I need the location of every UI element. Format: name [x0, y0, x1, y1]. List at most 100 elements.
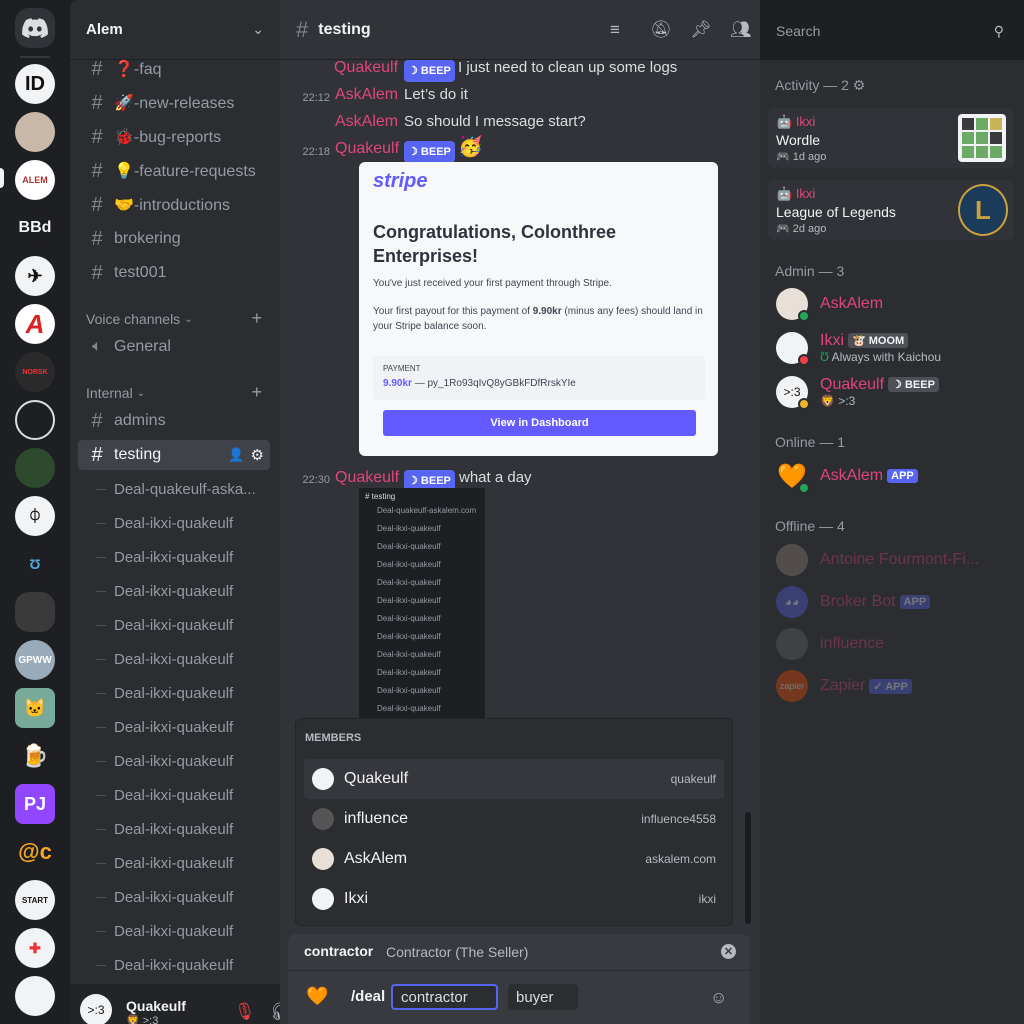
- server-icon[interactable]: 🐱: [15, 688, 55, 728]
- server-icon[interactable]: [15, 448, 55, 488]
- scrollbar[interactable]: [745, 812, 751, 924]
- channel-brokering[interactable]: # brokering: [78, 224, 270, 254]
- gear-icon: ⚙: [852, 77, 866, 93]
- autocomplete-option[interactable]: Ikxi ikxi: [304, 879, 724, 919]
- server-icon-bbd[interactable]: BBd: [15, 208, 55, 248]
- member-item[interactable]: 🧡 AskAlem APP: [776, 454, 1008, 498]
- voice-channel-general[interactable]: 🔈︎ General: [78, 332, 270, 362]
- pin-icon[interactable]: 📌︎: [690, 20, 712, 40]
- role-badge: 🐮 MOOM: [848, 333, 909, 349]
- search-input[interactable]: Search ⚲: [768, 17, 1012, 45]
- member-list-icon[interactable]: 👥︎: [730, 20, 752, 40]
- option-username: askalem.com: [645, 852, 716, 866]
- threads-icon[interactable]: ≡: [610, 20, 620, 40]
- member-item[interactable]: >:3 Quakeulf ☽ BEEP 🦁 >:3: [776, 370, 1008, 414]
- avatar[interactable]: >:3: [80, 994, 112, 1024]
- server-icon[interactable]: NORSK: [15, 352, 55, 392]
- guild-header[interactable]: Alem ⌄: [70, 0, 280, 60]
- message-author[interactable]: Quakeulf: [335, 139, 399, 159]
- server-icon[interactable]: [15, 112, 55, 152]
- thread-item[interactable]: Deal-ikxi-quakeulf: [96, 576, 268, 606]
- channel-label: 🐞-bug-reports: [114, 129, 222, 146]
- thread-item[interactable]: Deal-ikxi-quakeulf: [96, 814, 268, 844]
- add-channel-icon[interactable]: +: [251, 382, 262, 403]
- server-icon[interactable]: 🍺: [15, 736, 55, 776]
- discord-home-icon[interactable]: [15, 8, 55, 48]
- channel-introductions[interactable]: # 🤝-introductions: [78, 190, 270, 220]
- add-member-icon[interactable]: 👤: [228, 447, 244, 463]
- server-icon[interactable]: Ʊ: [15, 544, 55, 584]
- thread-item[interactable]: Deal-ikxi-quakeulf: [96, 746, 268, 776]
- autocomplete-option[interactable]: AskAlem askalem.com: [304, 839, 724, 879]
- server-icon[interactable]: ✚: [15, 928, 55, 968]
- message-author[interactable]: AskAlem: [335, 112, 398, 132]
- buyer-option-input[interactable]: buyer: [508, 984, 578, 1010]
- thread-item[interactable]: Deal-ikxi-quakeulf: [96, 882, 268, 912]
- category-voice[interactable]: Voice channels ⌄: [86, 311, 193, 327]
- thread-item[interactable]: Deal-quakeulf-aska...: [96, 474, 268, 504]
- member-item[interactable]: influence: [776, 622, 1008, 666]
- emoji-icon[interactable]: ☺: [710, 988, 727, 1008]
- channel-feature-requests[interactable]: # 💡-feature-requests: [78, 156, 270, 186]
- channel-faq[interactable]: # ❓-faq: [78, 54, 270, 84]
- screenshot-thread-item: Deal-quakeulf-askalem.com: [377, 506, 477, 515]
- activity-card[interactable]: 🤖 Ikxi Wordle 🎮 1d ago: [768, 108, 1014, 168]
- search-placeholder: Search: [776, 23, 821, 39]
- option-username: ikxi: [698, 892, 716, 906]
- server-icon[interactable]: ⏀: [15, 496, 55, 536]
- server-icon[interactable]: START: [15, 880, 55, 920]
- category-internal[interactable]: Internal ⌄: [86, 385, 145, 401]
- thread-item[interactable]: Deal-ikxi-quakeulf: [96, 508, 268, 538]
- channel-bug-reports[interactable]: # 🐞-bug-reports: [78, 122, 270, 152]
- thread-item[interactable]: Deal-ikxi-quakeulf: [96, 848, 268, 878]
- channel-testing[interactable]: # testing 👤 ⚙: [78, 440, 270, 470]
- thread-item[interactable]: Deal-ikxi-quakeulf: [96, 712, 268, 742]
- stripe-email-image[interactable]: stripe Congratulations, Colonthree Enter…: [359, 162, 718, 456]
- server-icon-pj[interactable]: PJ: [15, 784, 55, 824]
- view-dashboard-button[interactable]: View in Dashboard: [383, 410, 696, 436]
- server-icon[interactable]: A: [15, 304, 55, 344]
- member-item[interactable]: Ikxi 🐮 MOOM Ʊ Always with Kaichou: [776, 326, 1008, 370]
- thread-item[interactable]: Deal-ikxi-quakeulf: [96, 610, 268, 640]
- close-icon[interactable]: ✕: [721, 944, 736, 959]
- message-author[interactable]: Quakeulf: [334, 60, 398, 78]
- channel-new-releases[interactable]: # 🚀-new-releases: [78, 88, 270, 118]
- screenshot-image[interactable]: # testing Deal-quakeulf-askalem.com Deal-…: [359, 488, 485, 718]
- thread-item[interactable]: Deal-ikxi-quakeulf: [96, 780, 268, 810]
- thread-item[interactable]: Deal-ikxi-quakeulf: [96, 644, 268, 674]
- gear-icon[interactable]: ⚙: [251, 446, 264, 464]
- thread-item[interactable]: Deal-ikxi-quakeulf: [96, 916, 268, 946]
- server-icon-alem[interactable]: ALEM: [15, 160, 55, 200]
- server-icon[interactable]: [15, 976, 55, 1016]
- server-icon[interactable]: ✈: [15, 256, 55, 296]
- thread-item[interactable]: Deal-ikxi-quakeulf: [96, 950, 268, 980]
- add-channel-icon[interactable]: +: [251, 308, 262, 329]
- channel-test001[interactable]: # test001: [78, 258, 270, 288]
- server-icon[interactable]: [15, 592, 55, 632]
- screenshot-thread-item: Deal-ikxi-quakeulf: [377, 524, 441, 533]
- server-icon-gpww[interactable]: GPWW: [15, 640, 55, 680]
- contractor-option-input[interactable]: contractor: [391, 984, 498, 1010]
- server-icon[interactable]: ID: [15, 64, 55, 104]
- member-item[interactable]: ◕◕ Broker Bot APP: [776, 580, 1008, 624]
- thread-item[interactable]: Deal-ikxi-quakeulf: [96, 678, 268, 708]
- screenshot-thread-item: Deal-ikxi-quakeulf: [377, 614, 441, 623]
- server-icon-ac[interactable]: @c: [15, 832, 55, 872]
- autocomplete-option[interactable]: influence influence4558: [304, 799, 724, 839]
- autocomplete-option[interactable]: Quakeulf quakeulf: [304, 759, 724, 799]
- member-item[interactable]: AskAlem: [776, 282, 1008, 326]
- channel-label: 💡-feature-requests: [114, 163, 256, 180]
- mute-mic-icon[interactable]: 🎙︎: [234, 1002, 256, 1022]
- notification-bell-icon[interactable]: 🔕︎: [650, 20, 672, 40]
- message-author[interactable]: Quakeulf: [335, 468, 399, 488]
- thread-item[interactable]: Deal-ikxi-quakeulf: [96, 542, 268, 572]
- member-item[interactable]: Antoine Fourmont-Fi...: [776, 538, 1008, 582]
- role-badge: ☽ BEEP: [404, 60, 455, 82]
- option-name: Quakeulf: [344, 770, 409, 787]
- party-emoji: 🥳: [458, 136, 483, 158]
- activity-card[interactable]: 🤖 Ikxi League of Legends 🎮 2d ago L: [768, 180, 1014, 240]
- channel-admins[interactable]: # admins: [78, 406, 270, 436]
- server-icon[interactable]: [15, 400, 55, 440]
- member-item[interactable]: zapier Zapier ✓ APP: [776, 664, 1008, 708]
- message-author[interactable]: AskAlem: [335, 85, 398, 105]
